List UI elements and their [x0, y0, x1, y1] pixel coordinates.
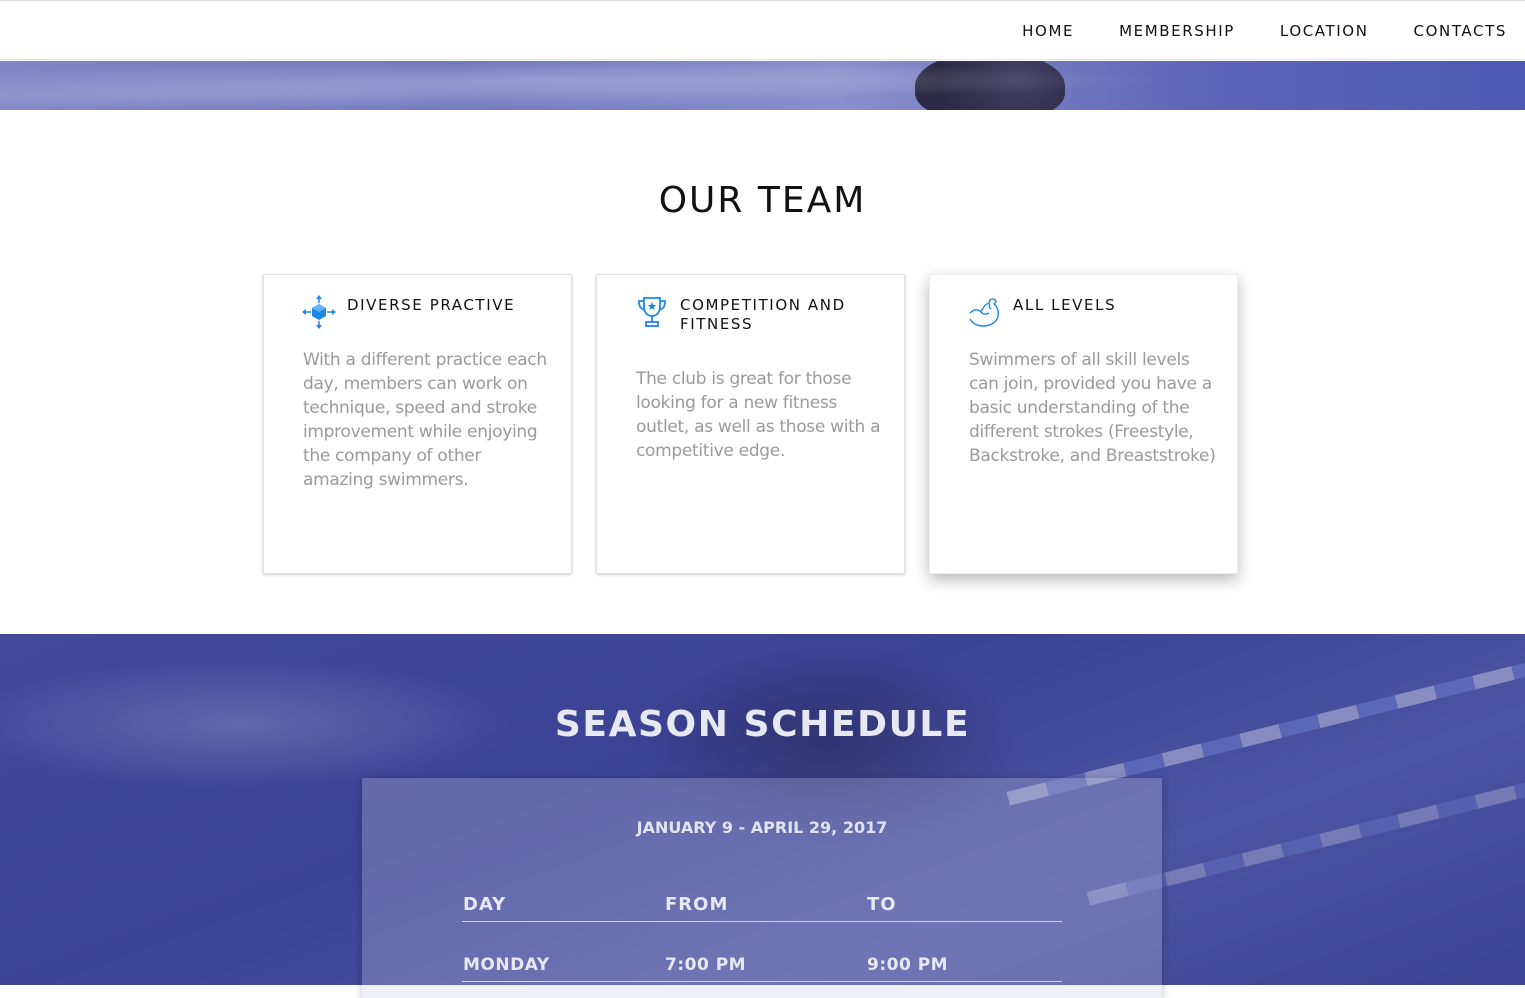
- schedule-day: MONDAY: [463, 955, 550, 975]
- team-card-all-levels: ALL LEVELS Swimmers of all skill levels …: [929, 274, 1238, 574]
- swimmer-photo: [915, 61, 1065, 110]
- schedule-to-time: 9:00 PM: [867, 955, 949, 975]
- schedule-table-panel: JANUARY 9 - APRIL 29, 2017 DAY FROM TO M…: [362, 778, 1162, 998]
- column-header-to: TO: [867, 894, 897, 915]
- flexed-arm-icon: [969, 298, 999, 327]
- nav-location-link[interactable]: LOCATION: [1280, 22, 1369, 40]
- card-title: COMPETITION AND FITNESS: [680, 296, 846, 333]
- nav-menu: HOME MEMBERSHIP LOCATION CONTACTS: [977, 1, 1507, 61]
- card-title: ALL LEVELS: [1013, 296, 1117, 314]
- nav-home-link[interactable]: HOME: [1022, 22, 1074, 40]
- schedule-from-time: 7:00 PM: [665, 955, 747, 975]
- top-navigation: HOME MEMBERSHIP LOCATION CONTACTS: [0, 0, 1525, 60]
- card-description: The club is great for those looking for …: [636, 369, 881, 461]
- card-title: DIVERSE PRACTIVE: [347, 296, 516, 314]
- cube-arrows-icon: [302, 295, 336, 329]
- team-card-diverse-practice: DIVERSE PRACTIVE With a different practi…: [263, 274, 572, 574]
- team-card-competition-fitness: COMPETITION AND FITNESS The club is grea…: [596, 274, 905, 574]
- season-schedule-heading: SEASON SCHEDULE: [554, 704, 971, 745]
- card-description: Swimmers of all skill levels can join, p…: [969, 350, 1216, 466]
- nav-contacts-link[interactable]: CONTACTS: [1414, 22, 1507, 40]
- nav-membership-link[interactable]: MEMBERSHIP: [1119, 22, 1235, 40]
- hero-image-strip: [0, 61, 1525, 110]
- schedule-header-row: DAY FROM TO: [462, 881, 1062, 922]
- card-description: With a different practice each day, memb…: [303, 350, 547, 490]
- column-header-day: DAY: [463, 894, 507, 915]
- season-dates: JANUARY 9 - APRIL 29, 2017: [636, 818, 888, 837]
- schedule-row: MONDAY 7:00 PM 9:00 PM: [462, 941, 1062, 982]
- column-header-from: FROM: [665, 894, 729, 915]
- trophy-icon: [638, 297, 666, 327]
- our-team-heading: OUR TEAM: [658, 180, 867, 221]
